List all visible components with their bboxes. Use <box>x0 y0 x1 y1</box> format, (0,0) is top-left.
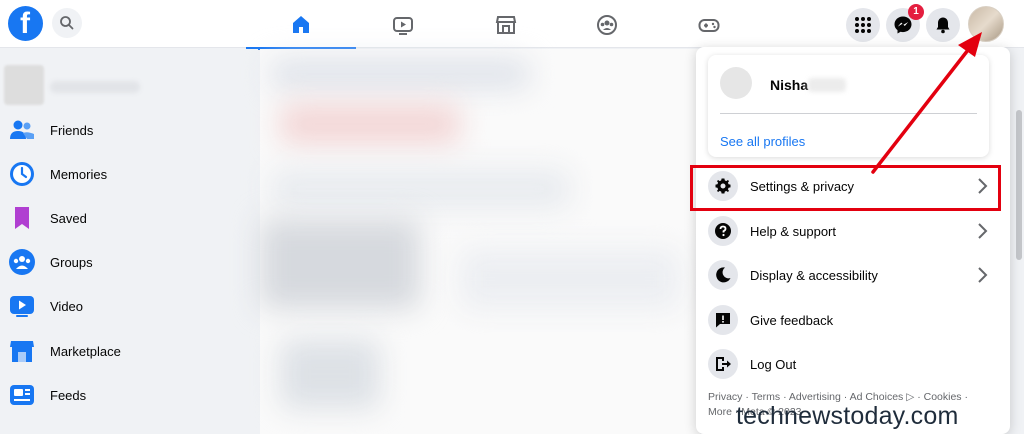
notifications-button[interactable] <box>926 8 960 42</box>
notification-badge: 1 <box>908 4 924 20</box>
groups-icon <box>8 248 36 276</box>
menu-item-give-feedback[interactable]: Give feedback <box>704 299 1002 341</box>
memories-icon <box>8 160 36 188</box>
profile-name: Nisha <box>770 77 809 93</box>
account-menu-dropdown: Nisha See all profiles Settings & privac… <box>696 47 1010 434</box>
profile-avatar <box>720 67 752 99</box>
sidebar-item-friends[interactable]: Friends <box>8 110 248 150</box>
menu-item-label: Give feedback <box>750 312 834 328</box>
menu-item-log-out[interactable]: Log Out <box>704 343 1002 385</box>
sidebar-item-feeds[interactable]: Feeds <box>8 375 248 415</box>
profile-card[interactable]: Nisha See all profiles <box>708 55 989 157</box>
profile-surname-blurred <box>808 78 846 92</box>
tab-home[interactable] <box>246 4 356 50</box>
menu-item-label: Help & support <box>750 223 836 239</box>
menu-item-label: Log Out <box>750 356 797 372</box>
scrollbar-thumb[interactable] <box>1016 110 1022 260</box>
video-icon <box>8 292 36 320</box>
sidebar-item-label: Friends <box>50 122 94 138</box>
logo-letter: f <box>20 7 30 40</box>
menu-item-display-accessibility[interactable]: Display & accessibility <box>704 254 1002 296</box>
friends-icon <box>8 116 36 144</box>
sidebar-item-groups[interactable]: Groups <box>8 242 248 282</box>
sidebar-item-label: Marketplace <box>50 343 121 359</box>
news-feed-blurred <box>260 49 700 434</box>
menu-item-label: Display & accessibility <box>750 267 878 283</box>
search-icon <box>60 16 74 30</box>
left-sidebar: Friends Memories Saved Groups Video Mark… <box>0 49 258 434</box>
search-button[interactable] <box>52 8 82 38</box>
sidebar-item-label: Groups <box>50 254 93 270</box>
logout-icon <box>708 349 738 379</box>
question-icon <box>708 216 738 246</box>
profile-name-blurred <box>50 81 140 93</box>
profile-avatar-blurred[interactable] <box>4 65 44 105</box>
sidebar-item-label: Memories <box>50 166 108 182</box>
feedback-icon <box>708 305 738 335</box>
top-navigation-bar: f 1 <box>0 0 1024 50</box>
messenger-button[interactable]: 1 <box>886 4 924 42</box>
menu-button[interactable] <box>846 8 880 42</box>
tab-groups[interactable] <box>552 4 662 46</box>
sidebar-item-video[interactable]: Video <box>8 286 248 326</box>
watermark: technewstoday.com <box>736 402 959 430</box>
store-icon <box>495 16 517 34</box>
marketplace-icon <box>8 337 36 365</box>
divider <box>720 113 977 114</box>
sidebar-item-saved[interactable]: Saved <box>8 198 248 238</box>
account-avatar[interactable] <box>968 6 1004 42</box>
watch-icon <box>393 17 413 35</box>
settings-highlight-box <box>690 165 1001 211</box>
groups-nav-icon <box>597 15 617 35</box>
menu-item-help-support[interactable]: Help & support <box>704 210 1002 252</box>
sidebar-item-marketplace[interactable]: Marketplace <box>8 331 248 371</box>
home-icon <box>293 16 309 33</box>
sidebar-item-label: Feeds <box>50 387 87 403</box>
chevron-right-icon <box>978 267 988 283</box>
sidebar-item-label: Saved <box>50 210 87 226</box>
saved-icon <box>8 204 36 232</box>
see-all-profiles-link[interactable]: See all profiles <box>720 134 805 149</box>
sidebar-item-label: Video <box>50 298 84 314</box>
moon-icon <box>708 260 738 290</box>
grid-menu-icon <box>855 17 871 33</box>
gamepad-icon <box>698 19 720 32</box>
feeds-icon <box>8 381 36 409</box>
facebook-logo[interactable]: f <box>8 6 43 41</box>
bell-icon <box>936 17 950 34</box>
tab-marketplace[interactable] <box>451 4 561 46</box>
tab-gaming[interactable] <box>654 4 764 46</box>
chevron-right-icon <box>978 223 988 239</box>
tab-watch[interactable] <box>348 4 458 46</box>
sidebar-item-memories[interactable]: Memories <box>8 154 248 194</box>
